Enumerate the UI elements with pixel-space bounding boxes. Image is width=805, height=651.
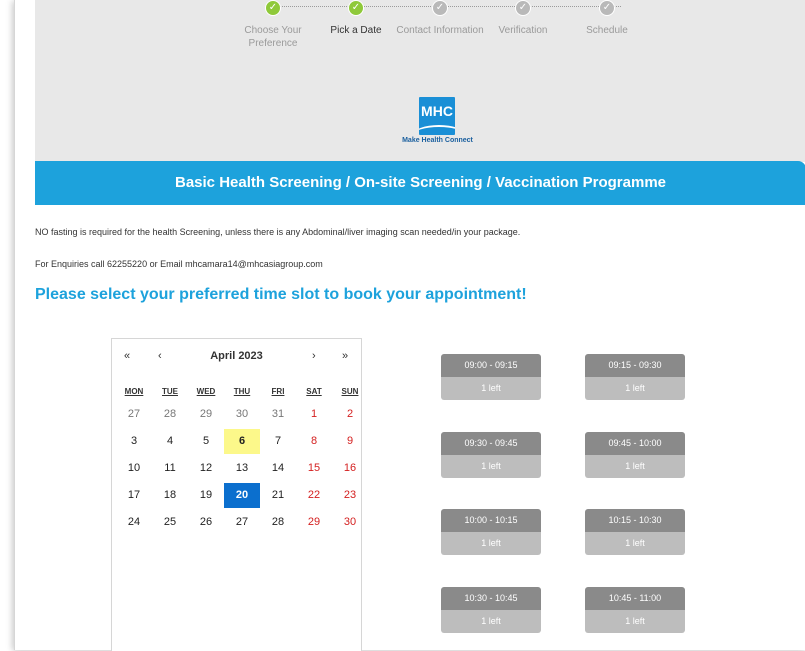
calendar-day[interactable]: 3 [116, 429, 152, 454]
calendar-day[interactable]: 4 [152, 429, 188, 454]
calendar-day[interactable]: 7 [260, 429, 296, 454]
weekday-header: MON [124, 387, 144, 396]
slot-availability: 1 left [585, 377, 685, 400]
slot-availability: 1 left [441, 377, 541, 400]
calendar-day[interactable]: 2 [332, 402, 368, 427]
calendar-day[interactable]: 16 [332, 456, 368, 481]
step-schedule: ✓ Schedule [562, 0, 652, 37]
calendar-day[interactable]: 6 [224, 429, 260, 454]
enquiries-note: For Enquiries call 62255220 or Email mhc… [35, 259, 323, 269]
slot-time: 10:00 - 10:15 [441, 509, 541, 532]
weekday-header: FRI [271, 387, 285, 396]
step-label: Verification [498, 25, 548, 36]
calendar-day[interactable]: 28 [260, 510, 296, 535]
calendar-day: 30 [235, 408, 249, 420]
calendar-day: 27 [127, 408, 141, 420]
month-label[interactable]: April 2023 [112, 350, 361, 362]
calendar-day[interactable]: 8 [296, 429, 332, 454]
time-slot-button[interactable]: 10:30 - 10:45 1 left [441, 587, 541, 633]
calendar-day: 31 [271, 408, 285, 420]
calendar-day[interactable]: 30 [332, 510, 368, 535]
slot-time: 10:45 - 11:00 [585, 587, 685, 610]
calendar-day[interactable]: 24 [116, 510, 152, 535]
time-slot-prompt: Please select your preferred time slot t… [35, 286, 527, 303]
fasting-note: NO fasting is required for the health Sc… [35, 227, 521, 237]
step-label: Choose Your Preference [244, 25, 302, 49]
calendar-day[interactable]: 26 [188, 510, 224, 535]
header-band: ✓ Choose Your Preference ✓ Pick a Date ✓… [35, 0, 805, 162]
check-icon: ✓ [265, 0, 281, 16]
slot-time: 09:00 - 09:15 [441, 354, 541, 377]
check-icon: ✓ [599, 0, 615, 16]
calendar-day[interactable]: 10 [116, 456, 152, 481]
calendar-day[interactable]: 15 [296, 456, 332, 481]
step-label: Schedule [586, 25, 628, 36]
slot-time: 09:30 - 09:45 [441, 432, 541, 455]
step-pick-date: ✓ Pick a Date [311, 0, 401, 37]
slot-availability: 1 left [585, 610, 685, 633]
calendar-day[interactable]: 27 [224, 510, 260, 535]
calendar-day[interactable]: 17 [116, 483, 152, 508]
calendar-day[interactable]: 25 [152, 510, 188, 535]
mhc-logo: MHC [419, 97, 455, 135]
time-slot-button[interactable]: 09:30 - 09:45 1 left [441, 432, 541, 478]
next-month-button[interactable]: › [312, 350, 316, 362]
programme-title: Basic Health Screening / On-site Screeni… [35, 161, 805, 205]
slot-time: 09:15 - 09:30 [585, 354, 685, 377]
step-label: Pick a Date [330, 25, 382, 36]
time-slot-button[interactable]: 10:45 - 11:00 1 left [585, 587, 685, 633]
slot-time: 09:45 - 10:00 [585, 432, 685, 455]
logo-text: MHC [421, 103, 453, 119]
weekday-header: SAT [306, 387, 322, 396]
slot-availability: 1 left [585, 455, 685, 478]
slot-availability: 1 left [441, 610, 541, 633]
check-icon: ✓ [432, 0, 448, 16]
calendar-day[interactable]: 22 [296, 483, 332, 508]
calendar-day[interactable]: 11 [152, 456, 188, 481]
calendar-day[interactable]: 20 [224, 483, 260, 508]
time-slot-button[interactable]: 09:15 - 09:30 1 left [585, 354, 685, 400]
step-contact-information: ✓ Contact Information [395, 0, 485, 37]
check-icon: ✓ [515, 0, 531, 16]
next-year-button[interactable]: » [342, 350, 348, 362]
calendar-header: « ‹ April 2023 › » [112, 339, 361, 375]
step-label: Contact Information [396, 25, 484, 36]
slot-availability: 1 left [441, 532, 541, 555]
step-verification: ✓ Verification [478, 0, 568, 37]
logo-wave [419, 125, 455, 135]
weekday-header: WED [196, 387, 216, 396]
slot-availability: 1 left [585, 532, 685, 555]
calendar-day[interactable]: 21 [260, 483, 296, 508]
calendar-day[interactable]: 5 [188, 429, 224, 454]
slot-time: 10:15 - 10:30 [585, 509, 685, 532]
calendar-day[interactable]: 29 [296, 510, 332, 535]
calendar-day[interactable]: 12 [188, 456, 224, 481]
time-slot-button[interactable]: 10:00 - 10:15 1 left [441, 509, 541, 555]
check-icon: ✓ [348, 0, 364, 16]
calendar-day[interactable]: 1 [296, 402, 332, 427]
time-slot-button[interactable]: 09:45 - 10:00 1 left [585, 432, 685, 478]
calendar-day[interactable]: 19 [188, 483, 224, 508]
calendar-day[interactable]: 18 [152, 483, 188, 508]
slot-time: 10:30 - 10:45 [441, 587, 541, 610]
calendar-day[interactable]: 9 [332, 429, 368, 454]
calendar-day: 29 [199, 408, 213, 420]
weekday-header: SUN [341, 387, 359, 396]
time-slot-button[interactable]: 09:00 - 09:15 1 left [441, 354, 541, 400]
calendar-day[interactable]: 13 [224, 456, 260, 481]
weekday-header: THU [233, 387, 251, 396]
time-slot-button[interactable]: 10:15 - 10:30 1 left [585, 509, 685, 555]
slot-availability: 1 left [441, 455, 541, 478]
logo-tagline: Make Health Connect [402, 137, 473, 144]
calendar-day[interactable]: 14 [260, 456, 296, 481]
weekday-header: TUE [162, 387, 178, 396]
step-choose-preference: ✓ Choose Your Preference [228, 0, 318, 50]
date-picker: « ‹ April 2023 › » MON TUE WED THU FRI SAT SUN… [111, 338, 362, 651]
calendar-day[interactable]: 23 [332, 483, 368, 508]
calendar-day: 28 [163, 408, 177, 420]
